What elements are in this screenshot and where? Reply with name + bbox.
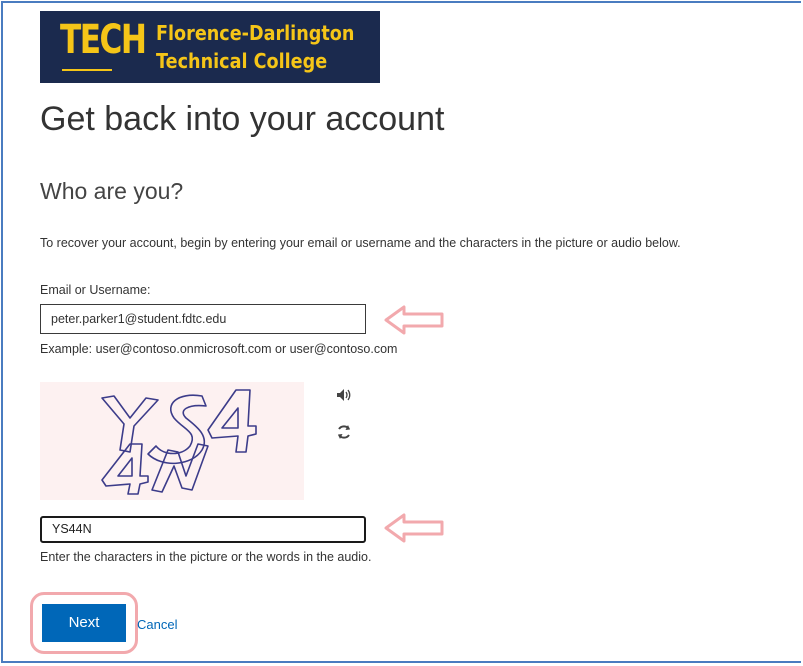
intro-text: To recover your account, begin by enteri…: [40, 236, 681, 250]
college-logo: TECH Florence-Darlington Technical Colle…: [40, 11, 380, 83]
logo-name-line2: Technical College: [156, 49, 328, 73]
logo-name-line1: Florence-Darlington: [156, 21, 355, 45]
captcha-input[interactable]: YS44N: [40, 516, 366, 543]
logo-underline: [62, 69, 112, 71]
email-input[interactable]: peter.parker1@student.fdtc.edu: [40, 304, 366, 334]
page-title: Get back into your account: [40, 100, 445, 138]
cancel-link[interactable]: Cancel: [137, 617, 177, 632]
next-button[interactable]: Next: [42, 604, 126, 642]
refresh-icon[interactable]: [336, 424, 352, 440]
captcha-image: [40, 382, 304, 500]
captcha-hint-text: Enter the characters in the picture or t…: [40, 550, 372, 564]
logo-tech-wordmark: TECH: [60, 17, 147, 63]
page-subtitle: Who are you?: [40, 178, 184, 204]
email-label: Email or Username:: [40, 283, 151, 297]
speaker-icon[interactable]: [336, 388, 352, 402]
email-example-text: Example: user@contoso.onmicrosoft.com or…: [40, 342, 398, 356]
